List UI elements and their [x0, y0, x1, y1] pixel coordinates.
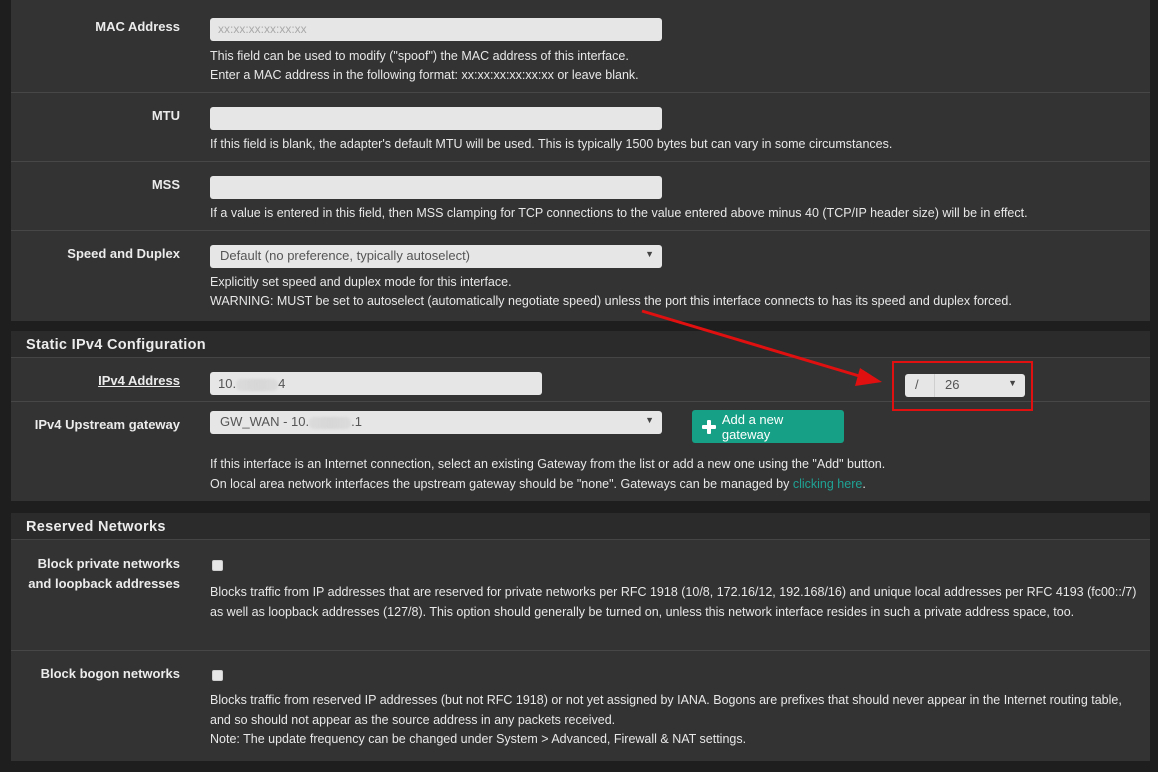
redacted-blur: [309, 416, 352, 429]
speed-select-value: Default (no preference, typically autose…: [220, 248, 471, 263]
interface-panel: MAC Address xx:xx:xx:xx:xx:xx This field…: [11, 0, 1150, 321]
block-private-label-2: and loopback addresses: [28, 576, 180, 591]
add-gateway-label: Add a new gateway: [721, 411, 784, 442]
speed-label: Speed and Duplex: [67, 246, 180, 261]
mac-input[interactable]: xx:xx:xx:xx:xx:xx: [210, 18, 662, 41]
block-bogon-help-2: Note: The update frequency can be change…: [210, 732, 747, 746]
speed-help-1: Explicitly set speed and duplex mode for…: [210, 275, 512, 289]
gateway-help-2-text: On local area network interfaces the ups…: [210, 477, 793, 491]
speed-select[interactable]: Default (no preference, typically autose…: [210, 245, 662, 268]
block-private-label-1: Block private networks: [37, 556, 180, 571]
gateway-select-prefix: GW_WAN - 10.: [220, 414, 310, 429]
block-bogon-help-1: Blocks traffic from reserved IP addresse…: [210, 693, 1122, 727]
ipv4-gateway-row: IPv4 Upstream gateway GW_WAN - 10. .1 ▼ A…: [11, 402, 1150, 501]
caret-down-icon: ▼: [645, 415, 654, 425]
redacted-blur: [236, 378, 279, 391]
mss-label: MSS: [151, 177, 180, 192]
ipv4-address-label[interactable]: IPv4 Address: [98, 371, 180, 391]
block-private-row: Block private networks and loopback addr…: [11, 541, 1150, 651]
mtu-input[interactable]: [210, 107, 662, 130]
reserved-networks-heading: Reserved Networks: [11, 513, 1150, 540]
mtu-help: If this field is blank, the adapter's de…: [210, 137, 893, 151]
block-bogon-label: Block bogon networks: [40, 666, 180, 681]
mac-row: MAC Address xx:xx:xx:xx:xx:xx This field…: [11, 0, 1150, 93]
speed-help-2: WARNING: MUST be set to autoselect (auto…: [210, 294, 1012, 308]
block-bogon-checkbox[interactable]: [212, 670, 223, 681]
mac-label: MAC Address: [95, 19, 180, 34]
gateway-help-2-end: .: [862, 477, 866, 491]
add-gateway-button[interactable]: Add a new gateway: [692, 410, 844, 443]
block-private-help: Blocks traffic from IP addresses that ar…: [210, 585, 1137, 619]
gateway-help-1: If this interface is an Internet connect…: [210, 457, 886, 471]
block-bogon-row: Block bogon networks Blocks traffic from…: [11, 651, 1150, 761]
gateway-select-suffix: .1: [351, 414, 362, 429]
mss-help: If a value is entered in this field, the…: [210, 206, 1028, 220]
block-private-checkbox[interactable]: [212, 560, 223, 571]
gateway-select[interactable]: GW_WAN - 10. .1 ▼: [210, 411, 662, 434]
gateway-manage-link[interactable]: clicking here: [793, 477, 862, 491]
mtu-row: MTU If this field is blank, the adapter'…: [11, 93, 1150, 162]
mss-row: MSS If a value is entered in this field,…: [11, 162, 1150, 231]
ipv4-address-suffix: 4: [278, 376, 286, 391]
reserved-networks-panel: Reserved Networks Block private networks…: [11, 513, 1150, 761]
ipv4-address-input[interactable]: 10. 4: [210, 372, 542, 395]
caret-down-icon: ▼: [645, 249, 654, 259]
static-ipv4-panel: Static IPv4 Configuration IPv4 Address 1…: [11, 331, 1150, 501]
mss-input[interactable]: [210, 176, 662, 199]
mac-help-2: Enter a MAC address in the following for…: [210, 68, 639, 82]
plus-icon: [702, 419, 716, 434]
ipv4-address-prefix: 10.: [218, 376, 237, 391]
ipv4-gateway-label: IPv4 Upstream gateway: [34, 417, 180, 432]
mac-help-1: This field can be used to modify ("spoof…: [210, 49, 629, 63]
mtu-label: MTU: [151, 108, 180, 123]
annotation-highlight-box: [892, 361, 1033, 411]
gateway-help-2: On local area network interfaces the ups…: [210, 475, 1145, 495]
speed-row: Speed and Duplex Default (no preference,…: [11, 231, 1150, 321]
static-ipv4-heading: Static IPv4 Configuration: [11, 331, 1150, 358]
